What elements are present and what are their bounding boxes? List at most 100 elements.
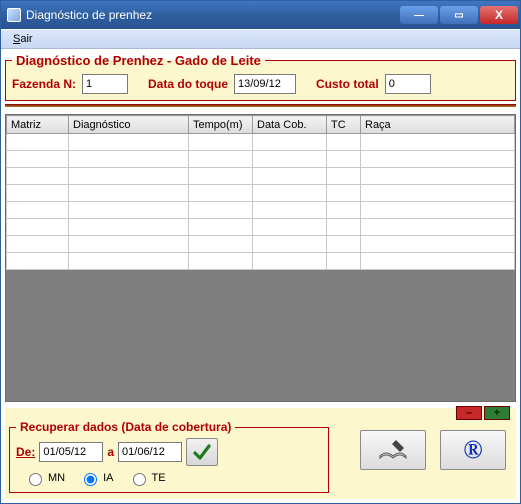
table-row[interactable] [7, 236, 515, 253]
table-cell[interactable] [69, 168, 189, 185]
report-button[interactable] [360, 430, 426, 470]
table-cell[interactable] [7, 219, 69, 236]
table-cell[interactable] [69, 151, 189, 168]
col-raca[interactable]: Raça [361, 116, 515, 134]
app-icon [7, 8, 21, 22]
table-cell[interactable] [361, 253, 515, 270]
fazenda-label: Fazenda N: [12, 77, 76, 91]
radio-mn[interactable]: MN [24, 470, 65, 486]
table-row[interactable] [7, 202, 515, 219]
col-tc[interactable]: TC [327, 116, 361, 134]
r-icon: ® [463, 435, 482, 465]
data-toque-label: Data do toque [148, 77, 228, 91]
table-cell[interactable] [189, 134, 253, 151]
table-cell[interactable] [361, 202, 515, 219]
table-cell[interactable] [189, 202, 253, 219]
table-cell[interactable] [253, 202, 327, 219]
titlebar: Diagnóstico de prenhez — ▭ X [1, 1, 520, 29]
table-cell[interactable] [361, 168, 515, 185]
table-row[interactable] [7, 185, 515, 202]
table-cell[interactable] [69, 219, 189, 236]
a-label: a [107, 445, 114, 459]
table-cell[interactable] [189, 185, 253, 202]
confirm-button[interactable] [186, 438, 218, 466]
table-cell[interactable] [7, 134, 69, 151]
col-tempo[interactable]: Tempo(m) [189, 116, 253, 134]
menu-sair[interactable]: Sair [7, 32, 39, 46]
table-cell[interactable] [69, 236, 189, 253]
de-input[interactable] [39, 442, 103, 462]
book-pen-icon [376, 436, 410, 464]
table-cell[interactable] [189, 151, 253, 168]
table-cell[interactable] [69, 253, 189, 270]
table-cell[interactable] [7, 253, 69, 270]
table-row[interactable] [7, 134, 515, 151]
de-label: De: [16, 445, 35, 459]
menubar: Sair [1, 29, 520, 49]
col-data-cob[interactable]: Data Cob. [253, 116, 327, 134]
table-cell[interactable] [327, 185, 361, 202]
custo-total-label: Custo total [316, 77, 379, 91]
data-grid[interactable]: Matriz Diagnóstico Tempo(m) Data Cob. TC… [5, 114, 516, 402]
table-cell[interactable] [253, 151, 327, 168]
fazenda-input[interactable] [82, 74, 128, 94]
custo-total-input[interactable] [385, 74, 431, 94]
table-cell[interactable] [327, 202, 361, 219]
add-button[interactable]: + [484, 406, 510, 420]
table-cell[interactable] [361, 236, 515, 253]
table-cell[interactable] [253, 168, 327, 185]
table-cell[interactable] [7, 151, 69, 168]
minimize-button[interactable]: — [400, 6, 438, 24]
table-cell[interactable] [253, 219, 327, 236]
table-cell[interactable] [189, 236, 253, 253]
table-cell[interactable] [327, 236, 361, 253]
table-cell[interactable] [361, 219, 515, 236]
table-row[interactable] [7, 219, 515, 236]
bottom-area: – + Recuperar dados (Data de cobertura) … [5, 408, 516, 499]
table-cell[interactable] [189, 168, 253, 185]
table-cell[interactable] [69, 134, 189, 151]
table-cell[interactable] [361, 151, 515, 168]
diagnosis-panel: Diagnóstico de Prenhez - Gado de Leite F… [5, 53, 516, 101]
table-cell[interactable] [327, 168, 361, 185]
table-cell[interactable] [7, 168, 69, 185]
a-input[interactable] [118, 442, 182, 462]
table-cell[interactable] [69, 202, 189, 219]
register-button[interactable]: ® [440, 430, 506, 470]
col-matriz[interactable]: Matriz [7, 116, 69, 134]
table-cell[interactable] [253, 253, 327, 270]
client-area: Diagnóstico de Prenhez - Gado de Leite F… [1, 49, 520, 503]
divider [5, 104, 516, 107]
remove-button[interactable]: – [456, 406, 482, 420]
table-cell[interactable] [69, 185, 189, 202]
table-row[interactable] [7, 151, 515, 168]
table-cell[interactable] [253, 236, 327, 253]
radio-te[interactable]: TE [128, 470, 166, 486]
table-row[interactable] [7, 253, 515, 270]
maximize-button[interactable]: ▭ [440, 6, 478, 24]
recover-panel: Recuperar dados (Data de cobertura) De: … [9, 420, 329, 493]
col-diagnostico[interactable]: Diagnóstico [69, 116, 189, 134]
table-cell[interactable] [189, 253, 253, 270]
window-title: Diagnóstico de prenhez [26, 8, 398, 22]
table-cell[interactable] [7, 236, 69, 253]
table-cell[interactable] [189, 219, 253, 236]
recover-legend: Recuperar dados (Data de cobertura) [16, 420, 235, 434]
close-button[interactable]: X [480, 6, 518, 24]
data-toque-input[interactable] [234, 74, 296, 94]
table-cell[interactable] [361, 134, 515, 151]
table-cell[interactable] [7, 202, 69, 219]
panel-legend: Diagnóstico de Prenhez - Gado de Leite [12, 53, 265, 68]
table-cell[interactable] [253, 134, 327, 151]
grid-header-row: Matriz Diagnóstico Tempo(m) Data Cob. TC… [7, 116, 515, 134]
table-cell[interactable] [7, 185, 69, 202]
radio-ia[interactable]: IA [79, 470, 113, 486]
table-cell[interactable] [327, 151, 361, 168]
check-icon [192, 442, 212, 462]
table-cell[interactable] [327, 219, 361, 236]
table-row[interactable] [7, 168, 515, 185]
table-cell[interactable] [361, 185, 515, 202]
table-cell[interactable] [253, 185, 327, 202]
table-cell[interactable] [327, 134, 361, 151]
table-cell[interactable] [327, 253, 361, 270]
